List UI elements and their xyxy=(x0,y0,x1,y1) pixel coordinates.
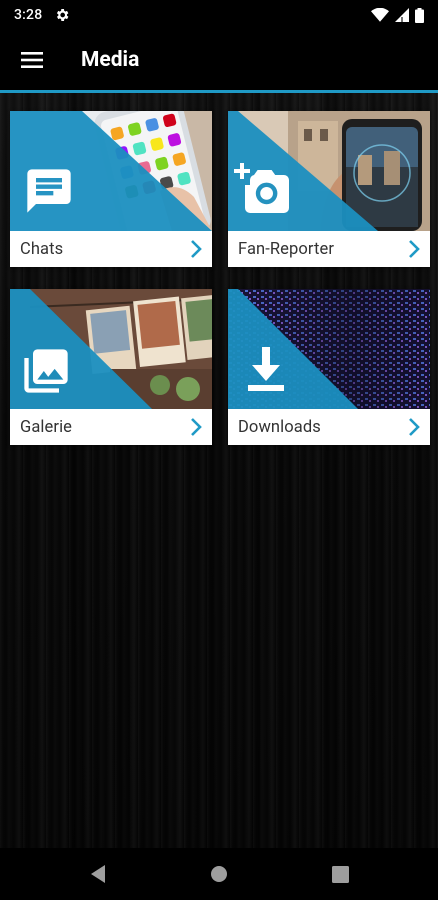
chevron-right-icon xyxy=(191,240,202,258)
chat-bubble-icon xyxy=(27,169,71,213)
app-bar: Media xyxy=(0,30,438,90)
tile-galerie[interactable]: Galerie xyxy=(10,289,212,445)
status-bar: 3:28 xyxy=(0,0,438,30)
page-title: Media xyxy=(81,48,140,72)
tile-downloads-caption: Downloads xyxy=(228,409,430,445)
battery-icon xyxy=(415,7,424,23)
system-navigation-bar xyxy=(0,848,438,900)
chevron-right-icon xyxy=(409,418,420,436)
tile-chats-caption: Chats xyxy=(10,231,212,267)
status-time: 3:28 xyxy=(14,7,43,23)
tile-chats-label: Chats xyxy=(20,239,64,259)
photo-library-icon xyxy=(24,349,68,393)
wifi-icon xyxy=(371,8,389,22)
recents-square-icon xyxy=(331,865,349,883)
tile-fan-reporter[interactable]: Fan-Reporter xyxy=(228,111,430,267)
tile-fan-reporter-image xyxy=(228,111,430,231)
chevron-right-icon xyxy=(409,240,420,258)
tile-downloads-image xyxy=(228,289,430,409)
chevron-right-icon xyxy=(191,418,202,436)
tile-galerie-caption: Galerie xyxy=(10,409,212,445)
tile-galerie-label: Galerie xyxy=(20,417,73,437)
tile-downloads-label: Downloads xyxy=(238,417,321,437)
tile-fan-reporter-label: Fan-Reporter xyxy=(238,239,335,259)
hamburger-menu-icon xyxy=(21,52,43,68)
tile-downloads[interactable]: Downloads xyxy=(228,289,430,445)
download-icon xyxy=(248,347,284,391)
tile-fan-reporter-caption: Fan-Reporter xyxy=(228,231,430,267)
nav-recents-button[interactable] xyxy=(328,862,352,886)
back-triangle-icon xyxy=(91,865,105,883)
tile-chats-image xyxy=(10,111,212,231)
nav-back-button[interactable] xyxy=(86,862,110,886)
add-camera-icon xyxy=(234,163,289,213)
nav-home-button[interactable] xyxy=(207,862,231,886)
signal-icon xyxy=(395,8,409,22)
tile-chats[interactable]: Chats xyxy=(10,111,212,267)
hamburger-menu-button[interactable] xyxy=(0,30,64,90)
gear-icon xyxy=(57,9,69,21)
home-circle-icon xyxy=(211,866,227,882)
tile-galerie-image xyxy=(10,289,212,409)
